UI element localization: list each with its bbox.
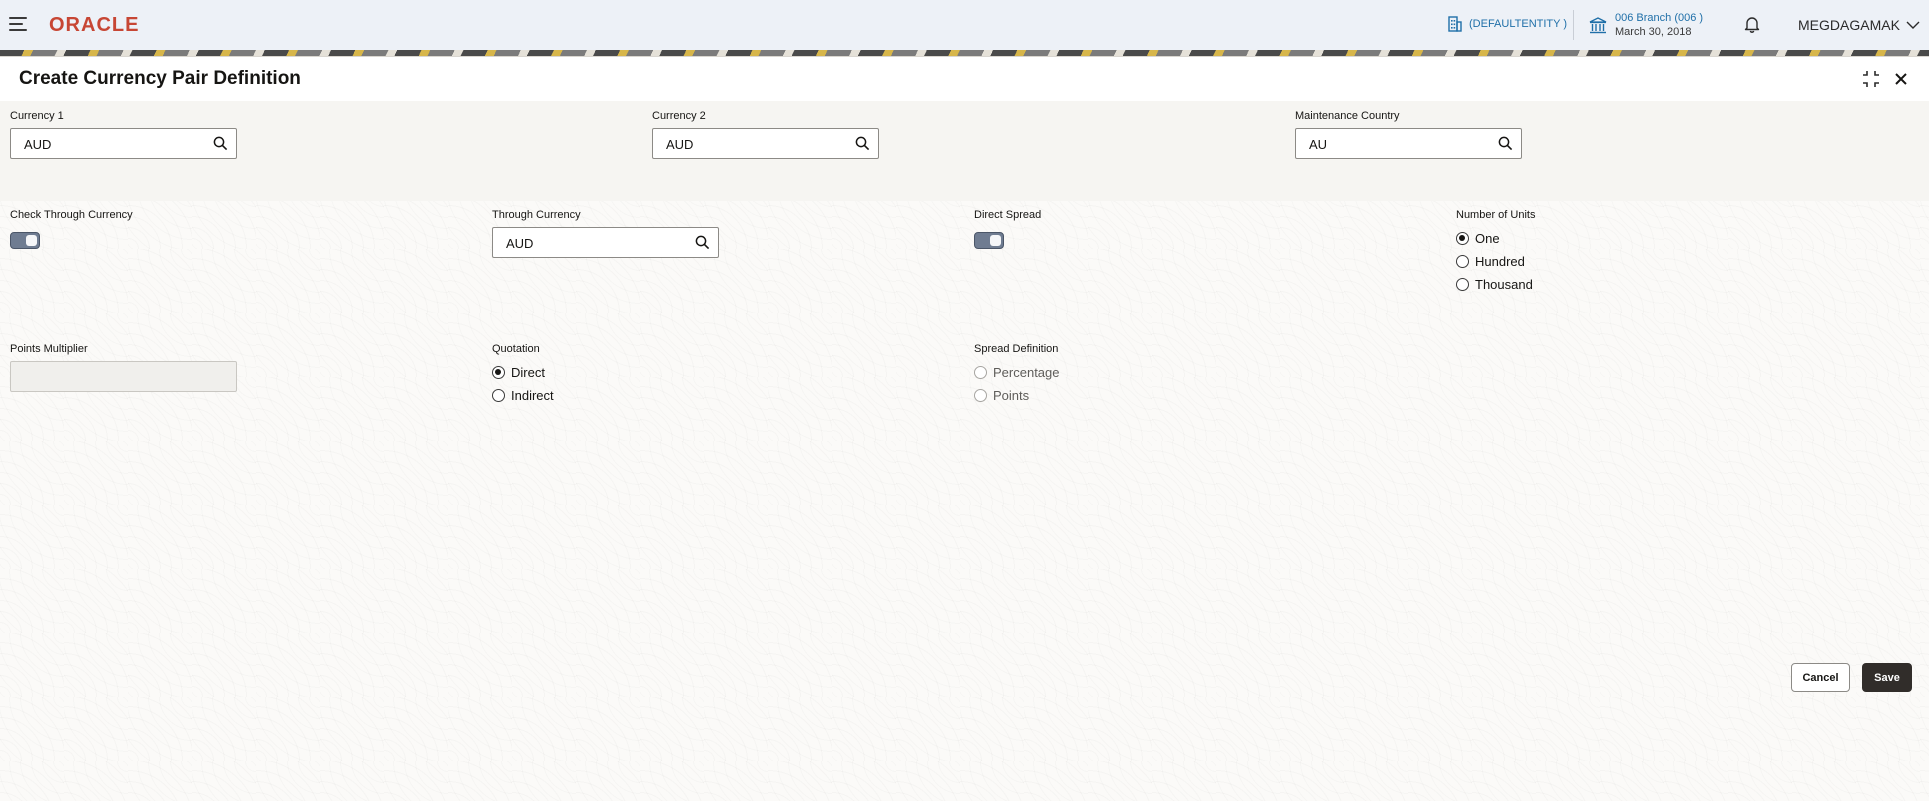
chevron-down-icon <box>1906 21 1920 29</box>
maintenance-country-label: Maintenance Country <box>1295 110 1400 122</box>
entity-label: (DEFAULTENTITY ) <box>1469 18 1567 30</box>
units-option-one[interactable]: One <box>1456 227 1535 250</box>
quotation-option-label: Direct <box>511 365 545 380</box>
through-currency-value: AUD <box>506 236 534 251</box>
dialog-header: Create Currency Pair Definition <box>0 57 1929 101</box>
points-multiplier-field: Points Multiplier <box>10 343 237 392</box>
search-icon[interactable] <box>1498 136 1513 151</box>
radio-unselected <box>1456 278 1469 291</box>
save-button[interactable]: Save <box>1862 663 1912 692</box>
quotation-label: Quotation <box>492 343 540 355</box>
number-of-units-radio-group: One Hundred Thousand <box>1456 227 1535 296</box>
minimize-icon[interactable] <box>1861 69 1881 89</box>
currency1-value: AUD <box>24 137 52 152</box>
spread-definition-radio-group: Percentage Points <box>974 361 1060 407</box>
check-through-currency-toggle[interactable] <box>10 232 40 249</box>
quotation-option-direct[interactable]: Direct <box>492 361 554 384</box>
user-name: MEGDAGAMAK <box>1798 17 1900 33</box>
spread-option-label: Points <box>993 388 1030 403</box>
top-app-bar: ORACLE (DEFAULTENTITY ) 006 Branch (006 … <box>0 0 1929 50</box>
menu-icon[interactable] <box>9 17 27 31</box>
units-option-label: Hundred <box>1475 254 1525 269</box>
radio-selected <box>492 366 505 379</box>
units-option-label: Thousand <box>1475 277 1533 292</box>
notification-bell-icon[interactable] <box>1744 15 1760 38</box>
search-icon[interactable] <box>855 136 870 151</box>
currency1-field: Currency 1 AUD <box>10 110 237 159</box>
units-option-hundred[interactable]: Hundred <box>1456 250 1535 273</box>
units-option-thousand[interactable]: Thousand <box>1456 273 1535 296</box>
spread-option-points[interactable]: Points <box>974 384 1060 407</box>
check-through-currency-label: Check Through Currency <box>10 209 133 221</box>
units-option-label: One <box>1475 231 1500 246</box>
close-icon[interactable] <box>1891 69 1911 89</box>
bank-icon <box>1589 16 1607 33</box>
currency1-input[interactable]: AUD <box>10 128 237 159</box>
radio-unselected <box>974 366 987 379</box>
direct-spread-label: Direct Spread <box>974 209 1042 221</box>
through-currency-input[interactable]: AUD <box>492 227 719 258</box>
radio-selected <box>1456 232 1469 245</box>
number-of-units-field: Number of Units One Hundred Thousand <box>1456 209 1535 296</box>
direct-spread-toggle[interactable] <box>974 232 1004 249</box>
branch-name: 006 Branch (006 ) <box>1615 12 1704 24</box>
currency2-field: Currency 2 AUD <box>652 110 879 159</box>
through-currency-field: Through Currency AUD <box>492 209 719 258</box>
spread-definition-field: Spread Definition Percentage Points <box>974 343 1060 407</box>
dialog-title: Create Currency Pair Definition <box>19 68 301 89</box>
spread-definition-label: Spread Definition <box>974 343 1059 355</box>
number-of-units-label: Number of Units <box>1456 209 1536 221</box>
through-currency-label: Through Currency <box>492 209 581 221</box>
user-menu[interactable]: MEGDAGAMAK <box>1798 17 1920 33</box>
points-multiplier-input[interactable] <box>10 361 237 392</box>
create-currency-pair-dialog: Create Currency Pair Definition Currency… <box>0 56 1929 801</box>
entity-selector[interactable]: (DEFAULTENTITY ) <box>1448 16 1567 32</box>
currency2-label: Currency 2 <box>652 110 706 122</box>
key-fields-section: Currency 1 AUD Currency 2 AUD Maintenanc… <box>0 101 1929 201</box>
check-through-currency-field: Check Through Currency <box>10 209 133 249</box>
currency2-input[interactable]: AUD <box>652 128 879 159</box>
quotation-radio-group: Direct Indirect <box>492 361 554 407</box>
maintenance-country-value: AU <box>1309 137 1328 152</box>
maintenance-country-field: Maintenance Country AU <box>1295 110 1522 159</box>
spread-option-percentage[interactable]: Percentage <box>974 361 1060 384</box>
currency1-label: Currency 1 <box>10 110 64 122</box>
building-icon <box>1448 16 1462 32</box>
radio-unselected <box>1456 255 1469 268</box>
quotation-field: Quotation Direct Indirect <box>492 343 554 407</box>
branch-date: March 30, 2018 <box>1615 26 1692 38</box>
direct-spread-field: Direct Spread <box>974 209 1041 249</box>
cancel-button[interactable]: Cancel <box>1791 663 1850 692</box>
spread-option-label: Percentage <box>993 365 1060 380</box>
header-divider <box>1573 10 1574 40</box>
quotation-option-indirect[interactable]: Indirect <box>492 384 554 407</box>
oracle-logo: ORACLE <box>49 14 140 36</box>
quotation-option-label: Indirect <box>511 388 554 403</box>
branch-selector[interactable]: 006 Branch (006 ) March 30, 2018 <box>1589 12 1703 38</box>
radio-unselected <box>492 389 505 402</box>
search-icon[interactable] <box>213 136 228 151</box>
radio-unselected <box>974 389 987 402</box>
search-icon[interactable] <box>695 235 710 250</box>
maintenance-country-input[interactable]: AU <box>1295 128 1522 159</box>
currency2-value: AUD <box>666 137 694 152</box>
points-multiplier-label: Points Multiplier <box>10 343 88 355</box>
